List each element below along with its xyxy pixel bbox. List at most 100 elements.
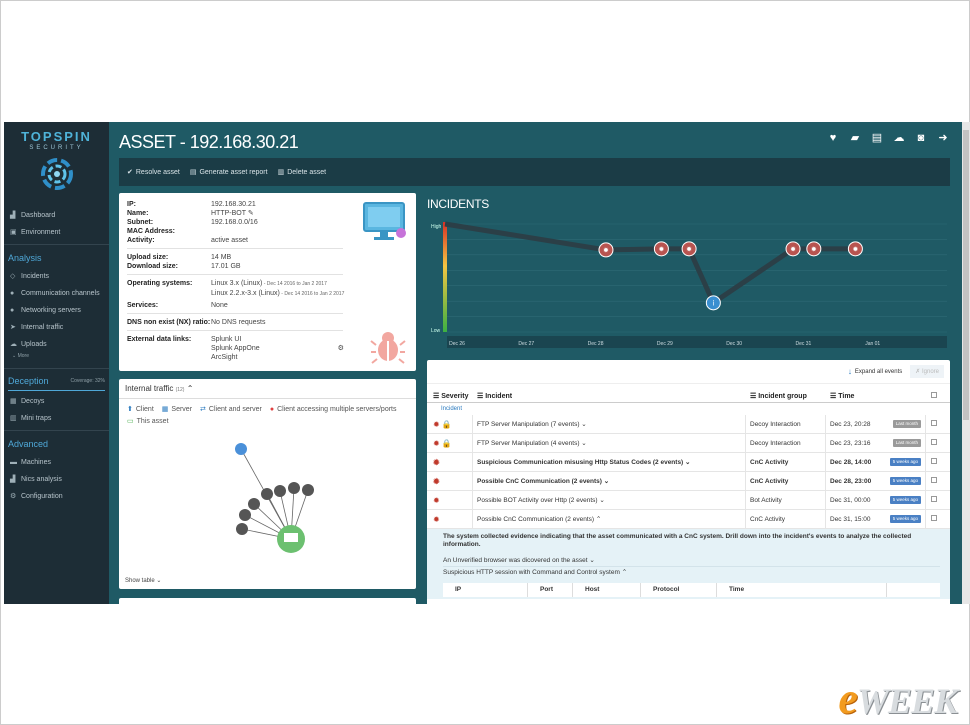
row-checkbox[interactable]	[931, 477, 937, 483]
sidebar-item-communication-channels[interactable]: ● Communication channels	[4, 285, 109, 302]
delete-asset-button[interactable]: ▥ Delete asset	[278, 168, 327, 177]
dns-value: No DNS requests	[211, 319, 266, 326]
topspin-logo[interactable]: TOPSPIN SECURITY	[4, 122, 109, 207]
document-icon[interactable]: ▤	[870, 132, 884, 144]
sidebar-item-label: Nics analysis	[21, 476, 62, 483]
network-icon: ●	[10, 307, 15, 314]
group-cell: CnC Activity	[746, 452, 826, 472]
truck-icon[interactable]: ▰	[848, 132, 862, 144]
subitem-label: An Unverified browser was dicovered on t…	[443, 557, 588, 564]
col-incident[interactable]: ☰ Incident	[473, 392, 746, 400]
ignore-icon: ✗	[915, 369, 922, 375]
incident-cell[interactable]: FTP Server Manipulation (7 events) ⌄	[473, 414, 746, 434]
section-deception-title: Deception	[8, 376, 49, 386]
incident-cell[interactable]: Possible BOT Activity over Http (2 event…	[473, 490, 746, 510]
severity-icons: ✹ 🔒	[433, 434, 472, 453]
camera-icon[interactable]: ◙	[914, 132, 928, 144]
sub-col-port[interactable]: Port	[528, 583, 573, 597]
ext-link[interactable]: Splunk AppOne	[211, 345, 260, 352]
chevron-down-icon[interactable]: ⌄	[685, 459, 690, 466]
table-row[interactable]: ✹ Possible CnC Communication (2 events) ⌄…	[427, 471, 950, 491]
sub-col-host[interactable]: Host	[573, 583, 641, 597]
traffic-graph[interactable]	[119, 431, 416, 571]
severity-cell: ✹	[427, 471, 473, 491]
cloud-check-icon[interactable]: ☁	[892, 132, 906, 144]
tab-incident[interactable]: Incident	[427, 403, 950, 415]
sub-col-protocol[interactable]: Protocol	[641, 583, 717, 597]
incident-cell[interactable]: Possible CnC Communication (2 events) ⌄	[473, 471, 746, 491]
table-row[interactable]: ✹ 🔒 FTP Server Manipulation (4 events) ⌄ De…	[427, 433, 950, 453]
monitor-icon	[363, 202, 406, 240]
table-header: ☰ Severity ☰ Incident ☰ Incident group ☰…	[427, 389, 950, 403]
chevron-down-icon[interactable]: ⌄	[599, 497, 604, 504]
sidebar-item-incidents[interactable]: ◇ Incidents	[4, 268, 109, 285]
traffic-header[interactable]: Internal traffic (12) ⌃	[119, 379, 416, 399]
table-row[interactable]: ✹ Suspicious Communication misusing Http …	[427, 452, 950, 472]
select-all-checkbox[interactable]	[926, 391, 946, 400]
edit-icon[interactable]: ✎	[248, 210, 254, 217]
incident-cell[interactable]: Possible CnC Communication (2 events) ⌃	[473, 509, 746, 529]
legend-label: Client	[135, 405, 154, 413]
sidebar-item-networking-servers[interactable]: ● Networking servers	[4, 302, 109, 319]
show-table-label: Show table	[125, 578, 155, 584]
incidents-chart[interactable]: High Low Dec 26 Dec 27 Dec 28 Dec 29 Dec 30 D…	[427, 214, 951, 354]
expanded-subitem-http[interactable]: Suspicious HTTP session with Command and…	[443, 567, 940, 579]
row-checkbox[interactable]	[931, 515, 937, 521]
table-row[interactable]: ✹ Possible BOT Activity over Http (2 even…	[427, 490, 950, 510]
subnet-value: 192.168.0.0/16	[211, 219, 258, 226]
logout-icon[interactable]: ➜	[936, 132, 950, 144]
gear-icon[interactable]: ⚙	[338, 345, 344, 352]
sidebar-item-mini-traps[interactable]: ▥ Mini traps	[4, 410, 109, 427]
legend-client: ⬆ Client	[127, 405, 154, 414]
heart-alert-icon[interactable]: ♥	[826, 132, 840, 144]
sidebar-item-nics-analysis[interactable]: ▟ Nics analysis	[4, 471, 109, 488]
show-table-toggle[interactable]: Show table ⌄	[125, 577, 161, 584]
sidebar-item-environment[interactable]: ▣ Environment	[4, 224, 109, 241]
sidebar-item-decoys[interactable]: ▦ Decoys	[4, 393, 109, 410]
divider	[4, 244, 109, 245]
mac-label: MAC Address:	[127, 228, 175, 235]
chat-icon: ●	[10, 290, 15, 297]
sidebar-item-uploads[interactable]: ☁ Uploads	[4, 336, 109, 353]
sub-col-time[interactable]: Time	[717, 583, 887, 597]
expand-all-button[interactable]: ↓ Expand all events	[844, 365, 906, 378]
client-server-icon: ⇄	[200, 406, 206, 413]
sidebar-item-label: Configuration	[21, 493, 63, 500]
sidebar-item-dashboard[interactable]: ▟ Dashboard	[4, 207, 109, 224]
sub-col-ip[interactable]: IP	[443, 583, 528, 597]
row-checkbox[interactable]	[931, 496, 937, 502]
chevron-down-icon[interactable]: ⌄	[604, 478, 609, 485]
chevron-up-icon[interactable]: ⌃	[596, 516, 601, 523]
ext-link[interactable]: Splunk UI	[211, 336, 241, 343]
chevron-down-icon[interactable]: ⌄	[581, 440, 586, 447]
ignore-button[interactable]: ✗ Ignore	[910, 365, 944, 378]
trap-icon: ▥	[10, 415, 17, 422]
col-severity[interactable]: ☰ Severity	[427, 392, 473, 400]
sidebar-item-internal-traffic[interactable]: ➤ Internal traffic	[4, 319, 109, 336]
table-row[interactable]: ✹ 🔒 FTP Server Manipulation (7 events) ⌄ De…	[427, 414, 950, 434]
col-incident-label: Incident	[485, 392, 513, 400]
upload-label: Upload size:	[127, 254, 169, 261]
more-link[interactable]: ⌄ More	[4, 353, 109, 365]
row-checkbox[interactable]	[931, 439, 937, 445]
scrollbar-thumb[interactable]	[963, 130, 969, 420]
group-cell: CnC Activity	[746, 509, 826, 529]
incident-cell[interactable]: Suspicious Communication misusing Http S…	[473, 452, 746, 472]
row-checkbox[interactable]	[931, 458, 937, 464]
expanded-subitem-browser[interactable]: An Unverified browser was dicovered on t…	[443, 555, 940, 567]
checkbox[interactable]	[931, 391, 937, 398]
page-scrollbar[interactable]	[962, 122, 970, 604]
col-time[interactable]: ☰ Time	[826, 392, 926, 400]
col-group[interactable]: ☰ Incident group	[746, 392, 826, 400]
cloud-upload-icon: ☁	[10, 341, 17, 348]
generate-report-button[interactable]: ▤ Generate asset report	[190, 168, 268, 177]
table-row[interactable]: ✹ Possible CnC Communication (2 events) ⌃…	[427, 509, 950, 529]
sidebar-item-machines[interactable]: ▬ Machines	[4, 454, 109, 471]
incident-cell[interactable]: FTP Server Manipulation (4 events) ⌄	[473, 433, 746, 453]
incidents-series-line	[444, 221, 856, 306]
ext-link[interactable]: ArcSight	[211, 354, 237, 361]
sidebar-item-configuration[interactable]: ⚙ Configuration	[4, 488, 109, 505]
row-checkbox[interactable]	[931, 420, 937, 426]
chevron-down-icon[interactable]: ⌄	[581, 421, 586, 428]
resolve-asset-button[interactable]: ✔ Resolve asset	[127, 168, 180, 177]
